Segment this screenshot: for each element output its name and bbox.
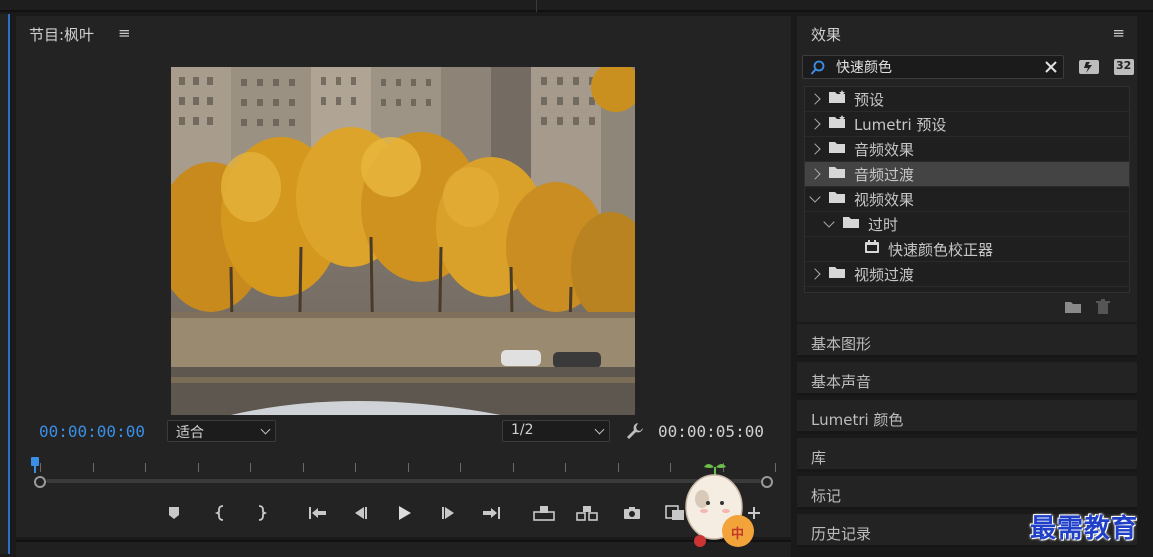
mark-out-icon[interactable] bbox=[248, 501, 274, 525]
essential-sound-panel[interactable]: 基本声音 bbox=[797, 362, 1137, 396]
source-panel-edge[interactable] bbox=[0, 14, 10, 554]
effects-tree-item[interactable]: 预设 bbox=[805, 87, 1129, 112]
ruler-tick bbox=[775, 463, 776, 472]
delete-trash-icon[interactable] bbox=[1093, 298, 1113, 316]
chevron-down-icon bbox=[594, 424, 605, 435]
duration-timecode: 00:00:05:00 bbox=[658, 422, 764, 441]
effects-tree-item[interactable]: 过时 bbox=[805, 212, 1129, 237]
markers-panel[interactable]: 标记 bbox=[797, 476, 1137, 510]
add-marker-icon[interactable] bbox=[161, 501, 187, 525]
ruler-tick bbox=[145, 463, 146, 472]
chevron-down-icon[interactable] bbox=[823, 216, 835, 228]
step-forward-icon[interactable] bbox=[436, 501, 462, 525]
ruler-tick bbox=[302, 463, 304, 472]
wrench-settings-icon[interactable] bbox=[624, 420, 646, 442]
folder-icon bbox=[828, 265, 846, 283]
step-back-icon[interactable] bbox=[347, 501, 373, 525]
search-icon bbox=[810, 60, 825, 75]
go-to-out-icon[interactable] bbox=[478, 501, 504, 525]
chevron-right-icon[interactable] bbox=[809, 118, 821, 130]
extract-icon[interactable] bbox=[574, 501, 600, 525]
effect-icon bbox=[864, 240, 880, 258]
ruler-tick bbox=[250, 463, 251, 472]
zoom-scrollbar-track bbox=[46, 479, 761, 483]
ruler-tick bbox=[197, 463, 199, 472]
mascot-sticker: 中 bbox=[668, 457, 768, 557]
play-icon[interactable] bbox=[391, 501, 417, 525]
watermark-logo: 最需教育 bbox=[1030, 514, 1139, 544]
effects-tree-item-label: 音频过渡 bbox=[854, 165, 915, 184]
effects-tree-item[interactable]: 快速颜色校正器 bbox=[805, 237, 1129, 262]
effects-search-box[interactable] bbox=[802, 55, 1064, 79]
lumetri-color-panel[interactable]: Lumetri 颜色 bbox=[797, 400, 1137, 434]
ruler-tick bbox=[355, 463, 356, 472]
export-frame-camera-icon[interactable] bbox=[619, 501, 645, 525]
effects-tree-item-label: 视频效果 bbox=[854, 190, 915, 209]
libraries-panel[interactable]: 库 bbox=[797, 438, 1137, 472]
time-ruler[interactable] bbox=[32, 456, 776, 472]
effects-tree-item-label: 音频效果 bbox=[854, 140, 915, 159]
hamburger-menu-icon[interactable]: ≡ bbox=[1112, 24, 1125, 42]
ruler-tick bbox=[92, 463, 94, 472]
chevron-right-icon[interactable] bbox=[809, 143, 821, 155]
effects-tree-item-label: 快速颜色校正器 bbox=[888, 240, 994, 259]
effects-tree-item[interactable]: 视频过渡 bbox=[805, 262, 1129, 287]
effects-panel-title[interactable]: 效果 bbox=[811, 24, 841, 45]
chevron-down-icon[interactable] bbox=[809, 191, 821, 203]
accelerated-effects-icon[interactable] bbox=[1077, 56, 1101, 78]
new-bin-folder-icon[interactable] bbox=[1063, 298, 1083, 316]
folder-icon bbox=[828, 190, 846, 208]
mark-in-icon[interactable] bbox=[208, 501, 234, 525]
effects-tree-item[interactable]: 音频效果 bbox=[805, 137, 1129, 162]
effects-footer bbox=[797, 296, 1137, 320]
ruler-tick bbox=[565, 463, 566, 472]
effects-tree-item-label: 过时 bbox=[868, 215, 899, 234]
chevron-right-icon[interactable] bbox=[809, 168, 821, 180]
zoom-scrollbar-start-handle[interactable] bbox=[34, 476, 46, 488]
effects-tree-item[interactable]: 音频过渡 bbox=[805, 162, 1129, 187]
program-monitor-title[interactable]: 节目:枫叶 bbox=[29, 24, 94, 45]
preset-folder-icon bbox=[828, 115, 846, 133]
preset-folder-icon bbox=[828, 90, 846, 108]
folder-icon bbox=[842, 215, 860, 233]
effects-search-input[interactable] bbox=[836, 58, 1036, 76]
playback-resolution-select[interactable]: 1/2 bbox=[502, 420, 610, 442]
go-to-in-icon[interactable] bbox=[305, 501, 331, 525]
ruler-tick bbox=[407, 463, 409, 472]
chevron-right-icon[interactable] bbox=[809, 268, 821, 280]
playback-resolution-value: 1/2 bbox=[511, 422, 534, 438]
clear-search-icon[interactable] bbox=[1043, 59, 1059, 75]
effects-panel: 效果 ≡ 32 预设 Lumetri 预设音频效果音频过渡视频效果过时快速颜色校正… bbox=[797, 16, 1137, 322]
folder-icon bbox=[828, 165, 846, 183]
hamburger-menu-icon[interactable]: ≡ bbox=[118, 24, 131, 42]
chevron-down-icon bbox=[260, 424, 271, 435]
effects-tree-item-label: 预设 bbox=[854, 90, 885, 109]
effects-tree: 预设 Lumetri 预设 音频效果音频过渡视频效果过时快速颜色校正器视频过渡 bbox=[804, 86, 1130, 293]
playhead[interactable] bbox=[30, 457, 40, 473]
mascot-badge-label: 中 bbox=[731, 527, 745, 542]
effects-tree-item[interactable]: 视频效果 bbox=[805, 187, 1129, 212]
32-bit-label: 32 bbox=[1116, 59, 1132, 72]
top-bar-divider bbox=[536, 0, 537, 12]
current-timecode[interactable]: 00:00:00:00 bbox=[39, 422, 145, 441]
effects-tree-item-label: 视频过渡 bbox=[854, 265, 915, 284]
zoom-fit-select[interactable]: 适合 bbox=[167, 420, 276, 442]
effects-tree-item[interactable]: Lumetri 预设 bbox=[805, 112, 1129, 137]
folder-icon bbox=[828, 140, 846, 158]
autumn-street-image bbox=[171, 67, 635, 415]
zoom-scrollbar[interactable] bbox=[34, 476, 773, 488]
chevron-right-icon[interactable] bbox=[809, 93, 821, 105]
effects-tree-item-label: Lumetri 预设 bbox=[854, 115, 947, 134]
zoom-fit-value: 适合 bbox=[176, 425, 204, 441]
ruler-tick bbox=[617, 463, 619, 472]
ruler-tick bbox=[512, 463, 514, 472]
top-bar bbox=[0, 0, 1153, 12]
video-preview bbox=[171, 67, 635, 415]
ruler-tick bbox=[40, 463, 41, 472]
32-bit-effects-icon[interactable]: 32 bbox=[1112, 56, 1136, 78]
ruler-tick bbox=[460, 463, 461, 472]
lift-icon[interactable] bbox=[531, 501, 557, 525]
essential-graphics-panel[interactable]: 基本图形 bbox=[797, 324, 1137, 358]
